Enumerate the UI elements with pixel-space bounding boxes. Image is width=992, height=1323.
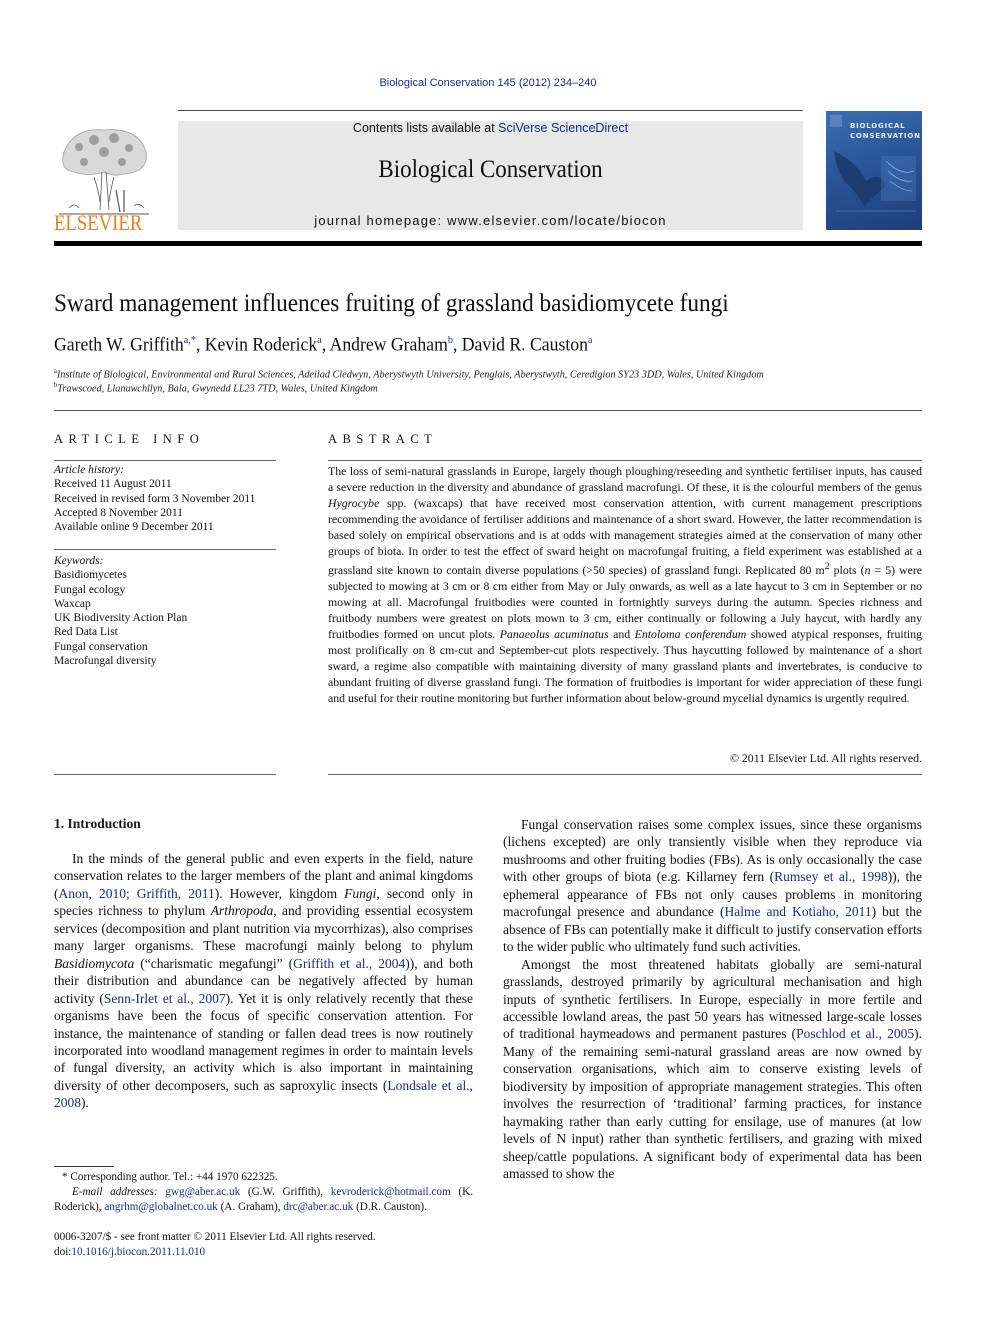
abstract-heading: ABSTRACT bbox=[328, 432, 438, 446]
contents-line: Contents lists available at SciVerse Sci… bbox=[178, 121, 803, 135]
doi-label: doi: bbox=[54, 1245, 72, 1258]
affiliation-text: Institute of Biological, Environmental a… bbox=[56, 368, 764, 381]
history-item: Available online 9 December 2011 bbox=[54, 521, 214, 534]
article-history: Article history: Received 11 August 2011… bbox=[54, 463, 284, 534]
email-link[interactable]: angrhm@globalnet.co.uk bbox=[104, 1201, 217, 1213]
citation-link[interactable]: Poschlod et al., 2005 bbox=[796, 1026, 914, 1041]
citation-link[interactable]: Anon, 2010; Griffith, 2011 bbox=[59, 886, 215, 901]
journal-name: Biological Conservation bbox=[378, 156, 603, 183]
section-heading: 1. Introduction bbox=[54, 816, 141, 831]
keyword: UK Biodiversity Action Plan bbox=[54, 612, 188, 625]
italic-term: Panaeolus acuminatus bbox=[499, 626, 609, 641]
author-name: Andrew Graham bbox=[329, 334, 448, 356]
abstract-text: The loss of semi-natural grasslands in E… bbox=[328, 463, 922, 706]
italic-term: Arthropoda bbox=[210, 903, 274, 919]
history-item: Received in revised form 3 November 2011 bbox=[54, 492, 256, 505]
citation-link[interactable]: Halme and Kotiaho, 2011 bbox=[724, 904, 871, 919]
author-affil-link[interactable]: b bbox=[448, 334, 453, 346]
author-affil-link[interactable]: a bbox=[588, 334, 593, 346]
email-link[interactable]: gwg@aber.ac.uk bbox=[165, 1186, 240, 1198]
text-run: (A. Graham), bbox=[220, 1201, 281, 1213]
contents-prefix: Contents lists available at bbox=[352, 121, 499, 135]
keyword: Red Data List bbox=[54, 626, 118, 639]
italic-term: Hygrocybe bbox=[328, 496, 380, 510]
affiliation-text: Trawscoed, Llanuwchllyn, Bala, Gwynedd L… bbox=[57, 382, 378, 395]
text-run: ). However, kingdom bbox=[214, 885, 345, 901]
author-list: Gareth W. Griffitha,*, Kevin Rodericka, … bbox=[54, 334, 593, 356]
text-run: ). bbox=[81, 1095, 89, 1111]
doi-link[interactable]: 10.1016/j.biocon.2011.11.010 bbox=[71, 1246, 205, 1258]
author-name: David R. Causton bbox=[461, 334, 588, 356]
italic-term: Fungi bbox=[344, 885, 377, 901]
citation-link[interactable]: Senn-Irlet et al., 2007 bbox=[104, 991, 226, 1006]
author-affil-link[interactable]: a bbox=[317, 334, 322, 346]
affiliation: bTrawscoed, Llanuwchllyn, Bala, Gwynedd … bbox=[54, 381, 378, 395]
citation-link[interactable]: Griffith et al., 2004 bbox=[293, 956, 405, 971]
divider bbox=[328, 460, 922, 461]
author-name: Kevin Roderick bbox=[204, 334, 318, 356]
article-info-heading: ARTICLE INFO bbox=[54, 432, 205, 446]
elsevier-logo-text: ELSEVIER bbox=[54, 210, 143, 235]
email-link[interactable]: drc@aber.ac.uk bbox=[283, 1201, 353, 1213]
footnote-rule bbox=[54, 1166, 114, 1167]
text-run: ). Many of the remaining semi-natural gr… bbox=[503, 1026, 923, 1182]
doi-line: doi:10.1016/j.biocon.2011.11.010 bbox=[54, 1245, 473, 1260]
keyword: Fungal ecology bbox=[54, 583, 126, 596]
keywords: Keywords: Basidiomycetes Fungal ecology … bbox=[54, 554, 284, 668]
corresponding-author-note: * Corresponding author. Tel.: +44 1970 6… bbox=[54, 1170, 473, 1185]
abstract-copyright: © 2011 Elsevier Ltd. All rights reserved… bbox=[730, 751, 922, 765]
body-column-right: Fungal conservation raises some complex … bbox=[503, 816, 922, 1183]
footnotes: * Corresponding author. Tel.: +44 1970 6… bbox=[54, 1170, 473, 1215]
affiliation: aInstitute of Biological, Environmental … bbox=[54, 367, 764, 381]
italic-term: Basidiomycota bbox=[54, 955, 135, 971]
header-thick-rule bbox=[54, 241, 922, 246]
article-title: Sward management influences fruiting of … bbox=[54, 290, 729, 317]
cover-title-line1: BIOLOGICAL bbox=[850, 122, 906, 130]
history-label: Article history: bbox=[54, 464, 124, 476]
paragraph: Amongst the most threatened habitats glo… bbox=[503, 956, 922, 1183]
body-column-left: In the minds of the general public and e… bbox=[54, 850, 473, 1112]
italic-term: Entoloma conferendum bbox=[634, 626, 747, 641]
cover-title: BIOLOGICAL CONSERVATION bbox=[850, 121, 921, 141]
divider bbox=[54, 460, 276, 461]
divider bbox=[328, 774, 922, 775]
divider bbox=[54, 549, 276, 550]
keyword: Fungal conservation bbox=[54, 640, 148, 653]
keyword: Basidiomycetes bbox=[54, 569, 127, 582]
text-run: (“charismatic megafungi” ( bbox=[134, 955, 294, 971]
email-note: E-mail addresses: gwg@aber.ac.uk (G.W. G… bbox=[54, 1185, 473, 1215]
citation-link[interactable]: Rumsey et al., 1998 bbox=[774, 869, 888, 884]
cover-title-line2: CONSERVATION bbox=[850, 132, 921, 140]
history-item: Accepted 8 November 2011 bbox=[54, 506, 183, 519]
keyword: Macrofungal diversity bbox=[54, 655, 157, 668]
text-run: Corresponding author. Tel.: +44 1970 622… bbox=[70, 1171, 278, 1183]
keywords-label: Keywords: bbox=[54, 555, 104, 567]
author-name: Gareth W. Griffith bbox=[54, 334, 184, 356]
author-affil-link[interactable]: a,* bbox=[184, 334, 196, 346]
paragraph: In the minds of the general public and e… bbox=[54, 850, 473, 1112]
text-run: The loss of semi-natural grasslands in E… bbox=[328, 464, 922, 494]
keyword: Waxcap bbox=[54, 597, 91, 610]
top-rule bbox=[178, 110, 803, 111]
text-run: plots ( bbox=[829, 562, 865, 577]
text-run: and bbox=[608, 626, 635, 641]
journal-homepage[interactable]: journal homepage: www.elsevier.com/locat… bbox=[178, 213, 803, 228]
front-matter-text: 0006-3207/$ - see front matter © 2011 El… bbox=[54, 1231, 376, 1243]
history-item: Received 11 August 2011 bbox=[54, 478, 172, 491]
divider bbox=[54, 774, 276, 775]
text-run: (D.R. Causton). bbox=[356, 1201, 427, 1213]
paragraph: Fungal conservation raises some complex … bbox=[503, 816, 922, 956]
divider bbox=[54, 410, 922, 411]
running-head[interactable]: Biological Conservation 145 (2012) 234–2… bbox=[0, 77, 976, 89]
text-run: (G.W. Griffith), bbox=[247, 1186, 324, 1198]
email-link[interactable]: kevroderick@hotmail.com bbox=[331, 1186, 451, 1198]
sciencedirect-link[interactable]: SciVerse ScienceDirect bbox=[498, 121, 628, 135]
front-matter: 0006-3207/$ - see front matter © 2011 El… bbox=[54, 1230, 473, 1259]
email-label: E-mail addresses: bbox=[72, 1186, 158, 1198]
